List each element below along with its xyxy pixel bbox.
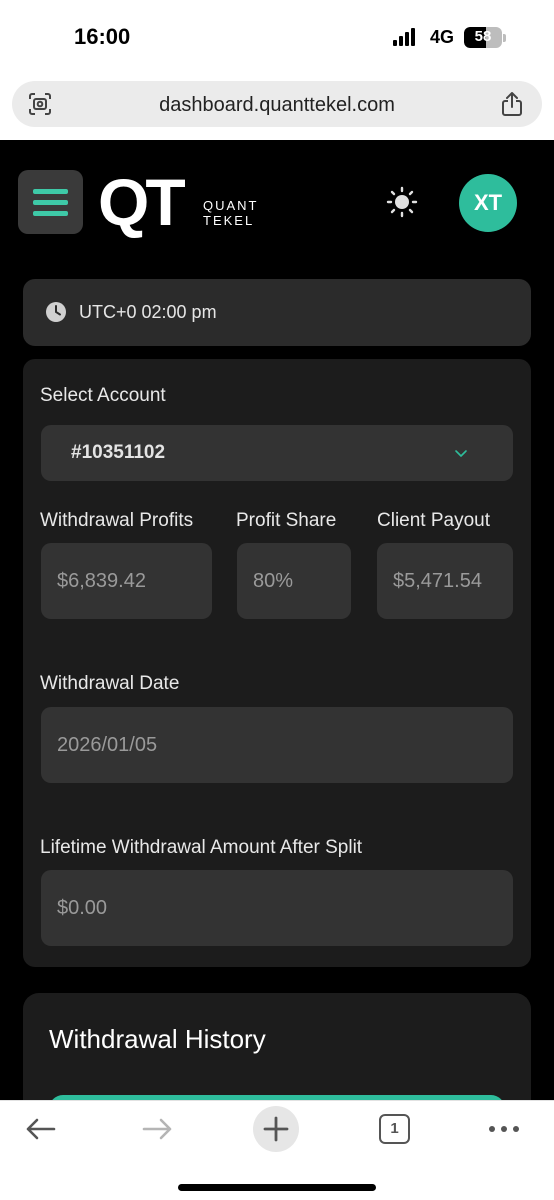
browser-bottom-bar: 1 — [0, 1100, 554, 1200]
lifetime-withdrawal-value: $0.00 — [57, 896, 108, 919]
profit-share-value: 80% — [253, 569, 294, 592]
client-payout-value: $5,471.54 — [393, 569, 482, 592]
status-bar: 16:00 4G 58 — [0, 0, 554, 76]
withdrawal-form: Select Account #10351102 Withdrawal Prof… — [23, 359, 531, 967]
withdrawal-profits-value: $6,839.42 — [57, 569, 146, 592]
status-time: 16:00 — [74, 24, 131, 49]
url-text[interactable]: dashboard.quanttekel.com — [12, 94, 542, 117]
select-account-label: Select Account — [40, 385, 166, 406]
menu-button[interactable] — [18, 170, 83, 234]
logo-line1: QUANT — [203, 198, 259, 213]
withdrawal-profits-label: Withdrawal Profits — [40, 510, 194, 531]
home-indicator — [178, 1184, 376, 1191]
logo-text: QUANT TEKEL — [203, 198, 259, 228]
back-arrow-icon[interactable] — [22, 1111, 58, 1147]
account-select[interactable]: #10351102 — [41, 425, 513, 481]
timezone-time: UTC+0 02:00 pm — [79, 302, 217, 322]
withdrawal-date-field[interactable]: 2026/01/05 — [41, 707, 513, 783]
profit-share-label: Profit Share — [236, 510, 337, 531]
client-payout-field[interactable]: $5,471.54 — [377, 543, 513, 619]
client-payout-label: Client Payout — [377, 510, 491, 531]
logo: QT QUANT TEKEL — [98, 165, 263, 239]
lifetime-withdrawal-field[interactable]: $0.00 — [41, 870, 513, 946]
withdrawal-profits-field[interactable]: $6,839.42 — [41, 543, 212, 619]
chevron-down-icon — [455, 450, 467, 457]
battery-icon: 58 — [464, 27, 502, 48]
withdrawal-date-label: Withdrawal Date — [40, 673, 180, 694]
network-label: 4G — [430, 27, 455, 47]
menu-icon — [33, 189, 68, 194]
sun-icon[interactable] — [386, 186, 418, 218]
browser-toolbar: dashboard.quanttekel.com — [0, 76, 554, 140]
battery-tip — [503, 34, 506, 42]
time-card: UTC+0 02:00 pm — [23, 279, 531, 346]
clock-icon — [46, 302, 66, 322]
new-tab-button[interactable] — [253, 1106, 299, 1152]
address-bar[interactable]: dashboard.quanttekel.com — [12, 81, 542, 127]
tabs-icon[interactable]: 1 — [379, 1114, 410, 1144]
plus-icon — [263, 1116, 289, 1142]
lifetime-withdrawal-label: Lifetime Withdrawal Amount After Split — [40, 837, 363, 858]
account-select-value: #10351102 — [71, 442, 166, 463]
forward-arrow-icon[interactable] — [140, 1111, 176, 1147]
battery-level: 58 — [474, 28, 492, 45]
logo-mark: QT — [98, 165, 186, 239]
withdrawal-date-value: 2026/01/05 — [57, 733, 158, 756]
profit-share-field[interactable]: 80% — [237, 543, 351, 619]
share-icon[interactable] — [500, 91, 524, 117]
avatar[interactable]: XT — [459, 174, 517, 232]
withdrawal-history-title: Withdrawal History — [49, 1024, 266, 1054]
signal-icon — [393, 28, 419, 46]
more-icon[interactable] — [486, 1111, 522, 1147]
logo-line2: TEKEL — [203, 213, 255, 228]
app-header: QT QUANT TEKEL XT — [0, 140, 554, 270]
